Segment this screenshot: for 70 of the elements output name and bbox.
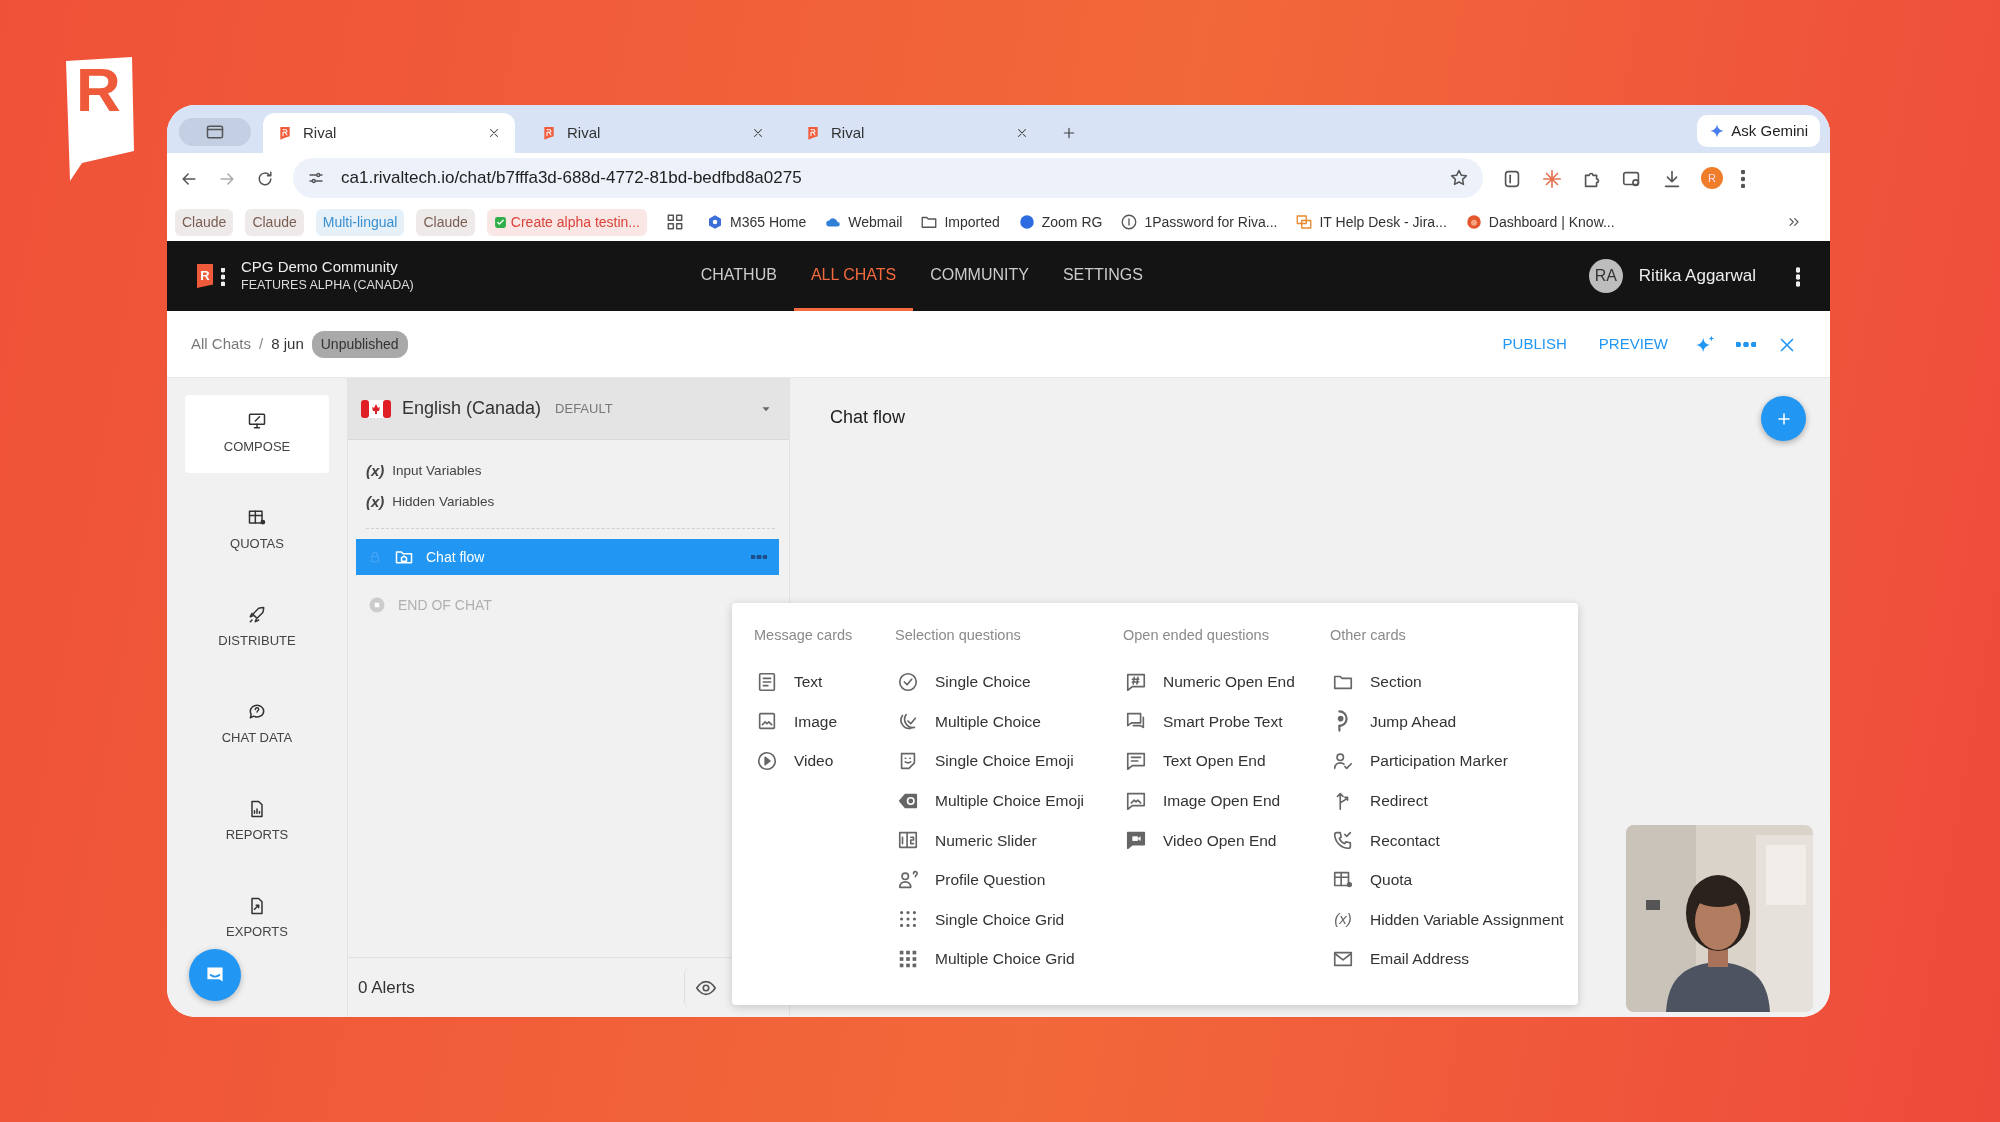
logo-letter: R: [76, 59, 121, 121]
variables-item[interactable]: (x) Hidden Variables: [348, 487, 789, 518]
menu-item[interactable]: Video Open End: [1123, 820, 1277, 860]
menu-item[interactable]: Image: [754, 701, 838, 742]
menu-item[interactable]: Jump Ahead: [1330, 701, 1457, 742]
community-subtitle: FEATURES ALPHA (CANADA): [241, 277, 414, 295]
bookmark-link[interactable]: Zoom RG: [1014, 211, 1106, 233]
language-selector[interactable]: English (Canada) DEFAULT: [348, 378, 789, 440]
menu-item[interactable]: Multiple Choice Grid: [895, 939, 1075, 979]
canvas-title: Chat flow: [830, 406, 906, 429]
menu-item[interactable]: Multiple Choice Emoji: [895, 780, 1085, 821]
browser-tab[interactable]: Rival: [791, 113, 1043, 153]
bookmark-link[interactable]: Webmail: [821, 211, 906, 233]
bookmark-chip[interactable]: Claude: [245, 208, 304, 236]
nav-tab[interactable]: ALL CHATS: [793, 241, 914, 311]
menu-item[interactable]: Numeric Slider: [895, 820, 1037, 860]
alerts-count: 0 Alerts: [358, 976, 416, 999]
menu-item[interactable]: Profile Question: [895, 859, 1046, 900]
menu-heading: Open ended questions: [1123, 626, 1270, 645]
menu-heading: Selection questions: [895, 626, 1022, 645]
user-name: Ritika Aggarwal: [1638, 265, 1756, 288]
bookmark-link[interactable]: Dashboard | Know...: [1461, 211, 1618, 233]
menu-item[interactable]: Image Open End: [1123, 780, 1281, 821]
sidebar-item[interactable]: COMPOSE: [185, 395, 329, 473]
menu-item[interactable]: Numeric Open End: [1123, 662, 1295, 702]
sidebar-item[interactable]: DISTRIBUTE: [185, 589, 329, 667]
bookmark-link[interactable]: M365 Home: [703, 211, 810, 233]
bookmark-link[interactable]: 1Password for Riva...: [1117, 211, 1281, 233]
bookmark-link[interactable]: IT Help Desk - Jira...: [1292, 211, 1450, 233]
menu-heading: Other cards: [1330, 626, 1407, 645]
bookmark-chip[interactable]: Claude: [416, 208, 475, 236]
menu-item[interactable]: Participation Marker: [1330, 741, 1508, 781]
variables-item[interactable]: (x) Input Variables: [348, 456, 789, 487]
nav-tab[interactable]: CHATHUB: [683, 241, 794, 311]
menu-item[interactable]: Redirect: [1330, 780, 1428, 821]
bookmark-chip[interactable]: Create alpha testin...: [486, 208, 647, 236]
status-badge: Unpublished: [311, 330, 408, 358]
menu-item[interactable]: Text Open End: [1123, 741, 1266, 781]
app-logo: R: [197, 264, 213, 288]
nav-tab[interactable]: SETTINGS: [1045, 241, 1160, 311]
menu-item[interactable]: Single Choice Grid: [895, 899, 1065, 940]
menu-item[interactable]: Single Choice Emoji: [895, 741, 1074, 781]
menu-item[interactable]: Recontact: [1330, 820, 1440, 860]
variable-glyph: (x): [1334, 909, 1352, 930]
menu-item[interactable]: Section: [1330, 662, 1422, 702]
nav-tab[interactable]: COMMUNITY: [913, 241, 1046, 311]
user-avatar[interactable]: RA: [1588, 259, 1623, 293]
menu-item[interactable]: Email Address: [1330, 939, 1470, 979]
browser-tab[interactable]: Rival: [263, 113, 515, 153]
menu-item[interactable]: Quota: [1330, 859, 1413, 900]
breadcrumb-separator: /: [259, 333, 264, 354]
menu-item[interactable]: Video: [754, 741, 834, 781]
sidebar-item[interactable]: EXPORTS: [185, 880, 329, 958]
menu-item[interactable]: Text: [754, 662, 823, 702]
sidebar-item[interactable]: QUOTAS: [185, 492, 329, 570]
browser-tab[interactable]: Rival: [527, 113, 779, 153]
menu-heading: Message cards: [754, 626, 854, 645]
menu-item[interactable]: Single Choice: [895, 662, 1031, 702]
menu-item[interactable]: (x) Hidden Variable Assignment: [1330, 899, 1564, 940]
breadcrumb-current: 8 jun: [271, 333, 304, 354]
community-name: CPG Demo Community: [241, 256, 399, 277]
sidebar-item[interactable]: CHAT DATA: [185, 686, 329, 764]
menu-item[interactable]: Multiple Choice: [895, 701, 1041, 742]
bookmark-chip[interactable]: Claude: [175, 208, 234, 236]
address-bar[interactable]: ca1.rivaltech.io/chat/b7fffa3d-688d-4772-81bd-bedfbd8a0275: [293, 158, 1483, 198]
sidebar-item[interactable]: REPORTS: [185, 783, 329, 861]
ask-gemini-button[interactable]: Ask Gemini: [1697, 115, 1820, 147]
bookmark-link[interactable]: Imported: [917, 211, 1003, 233]
breadcrumb-link[interactable]: All Chats: [191, 332, 252, 356]
menu-item[interactable]: Smart Probe Text: [1123, 701, 1283, 742]
